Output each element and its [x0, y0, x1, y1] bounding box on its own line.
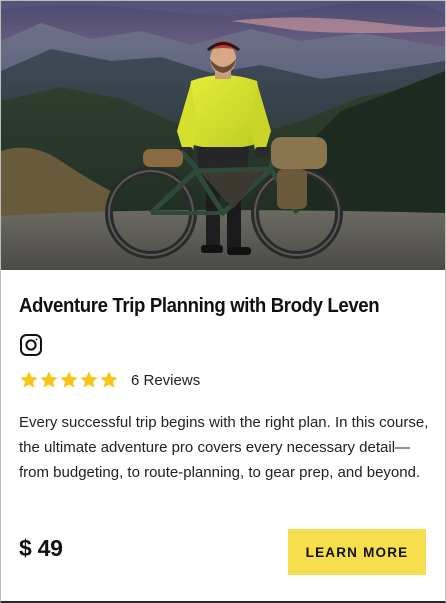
instagram-icon[interactable]: [19, 333, 43, 357]
course-card: Adventure Trip Planning with Brody Leven…: [0, 0, 446, 603]
star-icon: [20, 371, 38, 388]
star-icon: [60, 371, 78, 388]
learn-more-button[interactable]: LEARN MORE: [288, 529, 426, 575]
hero-photo: [1, 1, 445, 270]
rating-row: 6 Reviews: [19, 369, 200, 391]
course-description: Every successful trip begins with the ri…: [19, 414, 429, 481]
course-hero-image[interactable]: [1, 1, 445, 270]
star-rating: [19, 370, 119, 390]
star-icon: [40, 371, 58, 388]
course-title[interactable]: Adventure Trip Planning with Brody Leven: [19, 292, 400, 320]
star-icon: [80, 371, 98, 388]
course-price: $ 49: [19, 535, 63, 561]
reviews-count[interactable]: 6 Reviews: [131, 372, 200, 389]
star-icon: [100, 371, 118, 388]
